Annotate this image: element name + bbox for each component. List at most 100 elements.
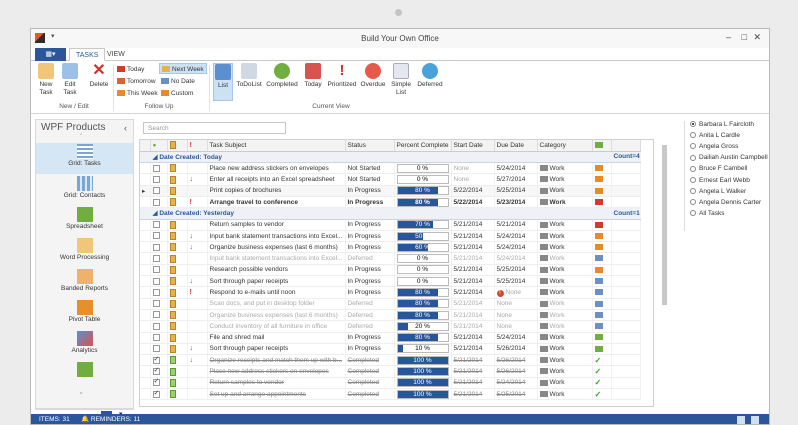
flag-cell[interactable]	[592, 286, 612, 299]
complete-cell[interactable]	[150, 365, 168, 378]
flag-cell[interactable]	[592, 252, 612, 265]
complete-checkbox[interactable]	[152, 334, 160, 342]
task-row[interactable]: ↓ Sort through paper receipts In Progress 1…	[140, 343, 641, 356]
view-completed-button[interactable]: Completed	[265, 63, 299, 89]
task-row[interactable]: Scan docs, and put in desktop folder Defe…	[140, 298, 641, 310]
radio-button-icon[interactable]	[690, 143, 696, 150]
radio-button-icon[interactable]	[690, 154, 696, 161]
task-row[interactable]: Return samples to vendorCompleted 100 % 5/…	[140, 377, 641, 390]
complete-cell[interactable]	[150, 343, 168, 356]
flag-cell[interactable]	[592, 230, 612, 243]
type-column-header[interactable]	[167, 140, 188, 152]
flag-cell[interactable]	[592, 275, 612, 288]
priority-column-header[interactable]: !	[187, 140, 208, 152]
tab-tasks[interactable]: TASKS	[69, 48, 106, 61]
task-subject[interactable]: Conduct inventory of all furniture in of…	[207, 320, 346, 333]
minimize-icon[interactable]: –	[726, 32, 731, 42]
edit-task-button[interactable]: Edit Task	[59, 63, 81, 97]
complete-checkbox[interactable]	[152, 198, 160, 206]
task-subject[interactable]: Enter all receipts into an Excel spreads…	[207, 173, 346, 186]
complete-checkbox[interactable]	[152, 266, 160, 274]
scroll-down-icon[interactable]: ˇ	[80, 393, 82, 400]
complete-cell[interactable]	[150, 309, 168, 322]
task-subject[interactable]: Organize business expenses (last 6 month…	[207, 241, 346, 254]
task-row[interactable]: Set up and arrange appointmentsCompleted…	[140, 388, 641, 401]
task-subject[interactable]: Arrange travel to conference	[207, 196, 346, 209]
normal-view-icon[interactable]	[737, 416, 745, 424]
task-row[interactable]: Research possible vendors In Progress 0 % 5…	[140, 264, 641, 277]
complete-cell[interactable]	[150, 298, 168, 310]
sidebar-item-grid-contacts[interactable]: Grid: Contacts	[36, 175, 133, 206]
followup-tomorrow[interactable]: Tomorrow	[117, 76, 156, 87]
task-subject[interactable]: Scan docs, and put in desktop folder	[207, 298, 346, 310]
task-row[interactable]: Place new address stickers on envelopes N…	[140, 162, 641, 175]
task-row[interactable]: Conduct inventory of all furniture in of…	[140, 320, 641, 333]
radio-button-icon[interactable]	[690, 187, 696, 194]
flag-icon[interactable]	[594, 345, 603, 352]
radio-button-icon[interactable]	[690, 210, 696, 217]
column-header-category[interactable]: Category	[537, 140, 593, 152]
group-row[interactable]: ◢ Date Created: Today Count=4	[140, 151, 641, 164]
flag-cell[interactable]	[592, 320, 612, 333]
flag-cell[interactable]	[592, 219, 612, 231]
delete-button[interactable]: ✕ Delete	[87, 63, 111, 89]
radio-button-icon[interactable]	[690, 165, 696, 172]
column-header-start[interactable]: Start Date	[451, 140, 495, 152]
followup-no-date[interactable]: No Date	[161, 76, 195, 87]
task-row[interactable]: Organize business expenses (last 6 month…	[140, 309, 641, 322]
complete-checkbox[interactable]	[152, 243, 160, 251]
collapse-icon[interactable]: ‹	[124, 123, 127, 133]
task-row[interactable]: ▸ Print copies of brochures In Progress 80 …	[140, 185, 641, 197]
column-header-status[interactable]: Status	[345, 140, 395, 152]
complete-cell[interactable]	[150, 252, 168, 265]
search-input[interactable]: Search	[143, 122, 286, 134]
flag-icon[interactable]	[594, 187, 603, 194]
complete-cell[interactable]	[150, 162, 168, 175]
flag-icon[interactable]	[594, 323, 603, 330]
complete-cell[interactable]	[150, 185, 168, 197]
task-subject[interactable]: Print copies of brochures	[207, 185, 346, 197]
group-row[interactable]: ◢ Date Created: YesterdayCount=16	[140, 207, 641, 220]
complete-checkbox[interactable]	[152, 300, 160, 308]
column-header-percent[interactable]: Percent Complete	[394, 140, 452, 152]
flag-icon[interactable]	[594, 198, 603, 205]
task-row[interactable]: Input bank statement transactions into E…	[140, 252, 641, 265]
task-subject[interactable]: Organize business expenses (last 6 month…	[207, 309, 346, 322]
flag-cell[interactable]	[592, 185, 612, 197]
assignee-radio[interactable]: Ernest Earl Webb	[690, 177, 750, 184]
complete-cell[interactable]	[150, 377, 168, 390]
complete-cell[interactable]	[150, 219, 168, 231]
complete-checkbox[interactable]	[152, 377, 160, 387]
flag-cell[interactable]	[592, 264, 612, 277]
flag-icon[interactable]	[594, 232, 603, 239]
flag-icon[interactable]	[594, 165, 603, 172]
assignee-radio[interactable]: All Tasks	[690, 210, 725, 217]
flag-icon[interactable]	[594, 255, 603, 262]
task-subject[interactable]: Set up and arrange appointments	[207, 388, 346, 401]
task-row[interactable]: ↓ Enter all receipts into an Excel spread…	[140, 173, 641, 186]
flag-column-header[interactable]	[592, 140, 612, 152]
flag-cell[interactable]	[592, 298, 612, 310]
view-todolist-button[interactable]: ToDoList	[235, 63, 263, 89]
task-row[interactable]: ↓ Input bank statement transactions into …	[140, 230, 641, 243]
complete-cell[interactable]	[150, 354, 168, 367]
complete-checkbox[interactable]	[152, 221, 160, 229]
complete-cell[interactable]	[150, 320, 168, 333]
task-subject[interactable]: Research possible vendors	[207, 264, 346, 277]
task-row[interactable]: File and shred mail In Progress 80 % 5/21/2…	[140, 332, 641, 344]
task-row[interactable]: ↓ Organize receipts and match them up wit…	[140, 354, 641, 367]
view-deferred-button[interactable]: Deferred	[415, 63, 445, 89]
complete-cell[interactable]	[150, 196, 168, 209]
radio-button-icon[interactable]	[690, 121, 696, 128]
assignee-radio[interactable]: Bruce F Cambell	[690, 165, 747, 172]
task-subject[interactable]: Place new address stickers on envelopes	[207, 365, 346, 378]
flag-cell[interactable]: ✓	[592, 377, 612, 390]
flag-cell[interactable]: ✓	[592, 388, 612, 401]
flag-icon[interactable]	[594, 221, 603, 228]
assignee-radio[interactable]: Angela Gross	[690, 143, 738, 150]
complete-checkbox[interactable]	[152, 164, 160, 172]
task-subject[interactable]: Organize receipts and match them up with…	[207, 354, 346, 367]
task-subject[interactable]: Input bank statement transactions into E…	[207, 230, 346, 243]
flag-cell[interactable]	[592, 162, 612, 175]
sidebar-item-more[interactable]	[36, 361, 133, 379]
